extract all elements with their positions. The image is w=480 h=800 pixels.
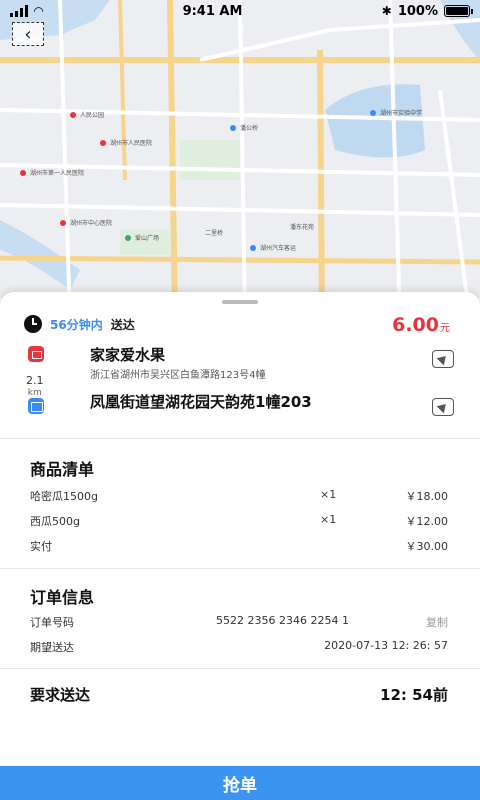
chevron-left-icon: ‹	[24, 23, 32, 45]
navigate-icon[interactable]	[432, 398, 454, 416]
divider	[0, 438, 480, 439]
battery-icon	[443, 5, 473, 17]
map-label: 人民公园	[80, 112, 105, 119]
map-poi-pin	[60, 220, 66, 226]
store-icon	[28, 346, 44, 362]
map-label: 湖州汽车客运	[260, 245, 297, 252]
order-info-title: 订单信息	[30, 588, 95, 607]
map-roads	[0, 0, 480, 320]
order-number-value: 5522 2356 2346 2254 1	[216, 614, 349, 627]
order-price: 6.00元	[392, 314, 450, 336]
price-value: 6.00	[392, 314, 439, 336]
map-poi-pin	[20, 170, 26, 176]
map-poi-pin	[230, 125, 236, 131]
goods-item: 西瓜500g ×1 ￥12.00	[30, 513, 448, 531]
price-unit: 元	[440, 323, 450, 334]
map-label: 爱山广场	[135, 235, 160, 242]
pickup-row: 家家爱水果 浙江省湖州市吴兴区白鱼潭路123号4幢	[24, 344, 454, 381]
status-time: 9:41 AM	[182, 3, 243, 19]
expected-value: 2020-07-13 12: 26: 57	[324, 639, 448, 652]
map-label: 湖州市中心医院	[70, 220, 113, 227]
map-view[interactable]: 人民公园 湖州市人民医院 潘公桥 湖州市第一人民医院 湖州市中心医院 爱山广场 …	[0, 0, 480, 320]
paid-label: 实付	[30, 540, 52, 553]
map-label: 湖州市人民医院	[110, 140, 153, 147]
map-label: 二里桥	[205, 230, 224, 237]
goods-item-name: 西瓜500g	[30, 515, 80, 528]
goods-title: 商品清单	[30, 460, 95, 479]
goods-item-price: ￥12.00	[405, 515, 449, 528]
paid-value: ￥30.00	[405, 540, 449, 553]
wifi-icon: ◠	[34, 4, 44, 18]
status-bar: ◠ 9:41 AM ✱ 100%	[0, 0, 480, 22]
clock-icon	[24, 315, 42, 333]
required-value: 12: 54前	[380, 686, 448, 704]
signal-icon	[10, 5, 28, 17]
expected-row: 期望送达 2020-07-13 12: 26: 57	[30, 639, 448, 657]
grab-order-button[interactable]: 抢单	[0, 766, 480, 800]
order-sheet: 56分钟内 送达 6.00元 家家爱水果 浙江省湖州市吴兴区白鱼潭路123号4幢…	[0, 292, 480, 800]
map-label: 潘东花苑	[290, 224, 315, 231]
goods-item-qty: ×1	[320, 488, 337, 501]
divider	[0, 568, 480, 569]
drag-handle[interactable]	[222, 300, 258, 304]
destination-row: 凤凰街道望湖花园天韵苑1幢203	[24, 392, 454, 440]
map-label: 湖州市实验中学	[380, 110, 423, 117]
map-label: 湖州市第一人民医院	[30, 170, 85, 177]
paid-row: 实付 ￥30.00	[30, 538, 448, 556]
map-poi-pin	[100, 140, 106, 146]
map-poi-pin	[250, 245, 256, 251]
back-button[interactable]: ‹	[12, 22, 44, 46]
map-poi-pin	[70, 112, 76, 118]
navigate-icon[interactable]	[432, 350, 454, 368]
map-label: 潘公桥	[240, 125, 259, 132]
required-label: 要求送达	[30, 686, 91, 704]
deliver-label: 送达	[110, 317, 135, 332]
battery-percent: 100%	[397, 3, 438, 19]
divider	[0, 668, 480, 669]
goods-item-price: ￥18.00	[405, 490, 449, 503]
destination-icon	[28, 398, 44, 414]
eta-text: 56分钟内	[50, 317, 103, 332]
goods-item-name: 哈密瓜1500g	[30, 490, 98, 503]
shop-address: 浙江省湖州市吴兴区白鱼潭路123号4幢	[90, 370, 266, 381]
eta-row: 56分钟内 送达	[24, 312, 450, 336]
order-number-row: 订单号码 5522 2356 2346 2254 1 复制	[30, 614, 448, 632]
shop-name: 家家爱水果	[90, 346, 166, 364]
map-poi-pin	[125, 235, 131, 241]
goods-item-qty: ×1	[320, 513, 337, 526]
required-delivery-row: 要求送达 12: 54前	[30, 684, 448, 708]
destination-name: 凤凰街道望湖花园天韵苑1幢203	[90, 393, 312, 411]
distance-value: 2.1	[26, 374, 44, 387]
order-number-label: 订单号码	[30, 616, 74, 629]
expected-label: 期望送达	[30, 641, 74, 654]
bluetooth-icon: ✱	[381, 4, 392, 18]
goods-item: 哈密瓜1500g ×1 ￥18.00	[30, 488, 448, 506]
map-poi-pin	[370, 110, 376, 116]
copy-button[interactable]: 复制	[426, 614, 448, 630]
